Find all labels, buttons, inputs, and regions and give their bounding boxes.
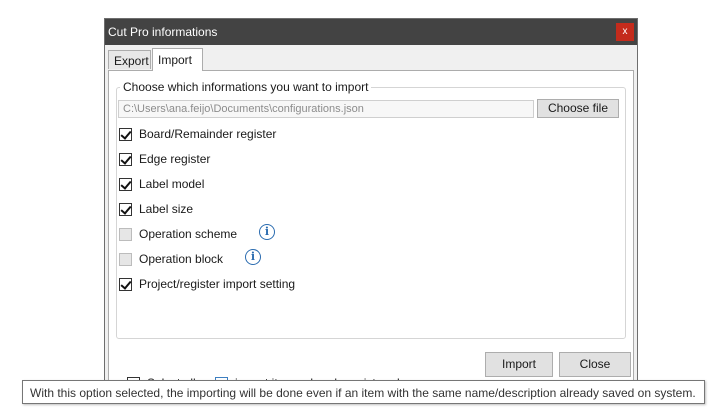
checkmark-icon: [120, 203, 132, 215]
checkmark-icon: [120, 178, 132, 190]
tab-export[interactable]: Export: [108, 50, 151, 69]
title-bar[interactable]: Cut Pro informations x: [105, 19, 637, 45]
option-label: Operation scheme: [139, 227, 238, 241]
checkmark-icon: [120, 153, 132, 165]
window-title: Cut Pro informations: [108, 25, 218, 39]
option-checkbox: [119, 228, 132, 241]
import-button[interactable]: Import: [485, 352, 553, 377]
import-tab-panel: Choose which informations you want to im…: [108, 70, 634, 390]
option-checkbox[interactable]: [119, 178, 132, 191]
option-checkbox: [119, 253, 132, 266]
checkmark-icon: [120, 278, 132, 290]
option-checkbox[interactable]: [119, 278, 132, 291]
option-label: Label model: [139, 177, 205, 191]
option-checkbox[interactable]: [119, 203, 132, 216]
option-checkbox[interactable]: [119, 153, 132, 166]
window-close-button[interactable]: x: [616, 23, 634, 41]
import-registered-tooltip: With this option selected, the importing…: [22, 380, 705, 404]
choose-file-button[interactable]: Choose file: [537, 99, 619, 118]
option-checkbox[interactable]: [119, 128, 132, 141]
info-icon[interactable]: i: [259, 224, 275, 240]
file-path-field[interactable]: C:\Users\ana.feijo\Documents\configurati…: [118, 100, 534, 118]
option-label: Label size: [139, 202, 194, 216]
close-button[interactable]: Close: [559, 352, 631, 377]
option-label: Operation block: [139, 252, 224, 266]
option-label: Edge register: [139, 152, 211, 166]
close-icon: x: [622, 26, 628, 37]
option-label: Project/register import setting: [139, 277, 296, 291]
tab-import[interactable]: Import: [152, 48, 203, 71]
group-legend: Choose which informations you want to im…: [120, 80, 372, 94]
checkmark-icon: [120, 128, 132, 140]
cut-pro-dialog: Cut Pro informations x Export Import Cho…: [104, 18, 638, 390]
info-icon[interactable]: i: [245, 249, 261, 265]
option-label: Board/Remainder register: [139, 127, 277, 141]
